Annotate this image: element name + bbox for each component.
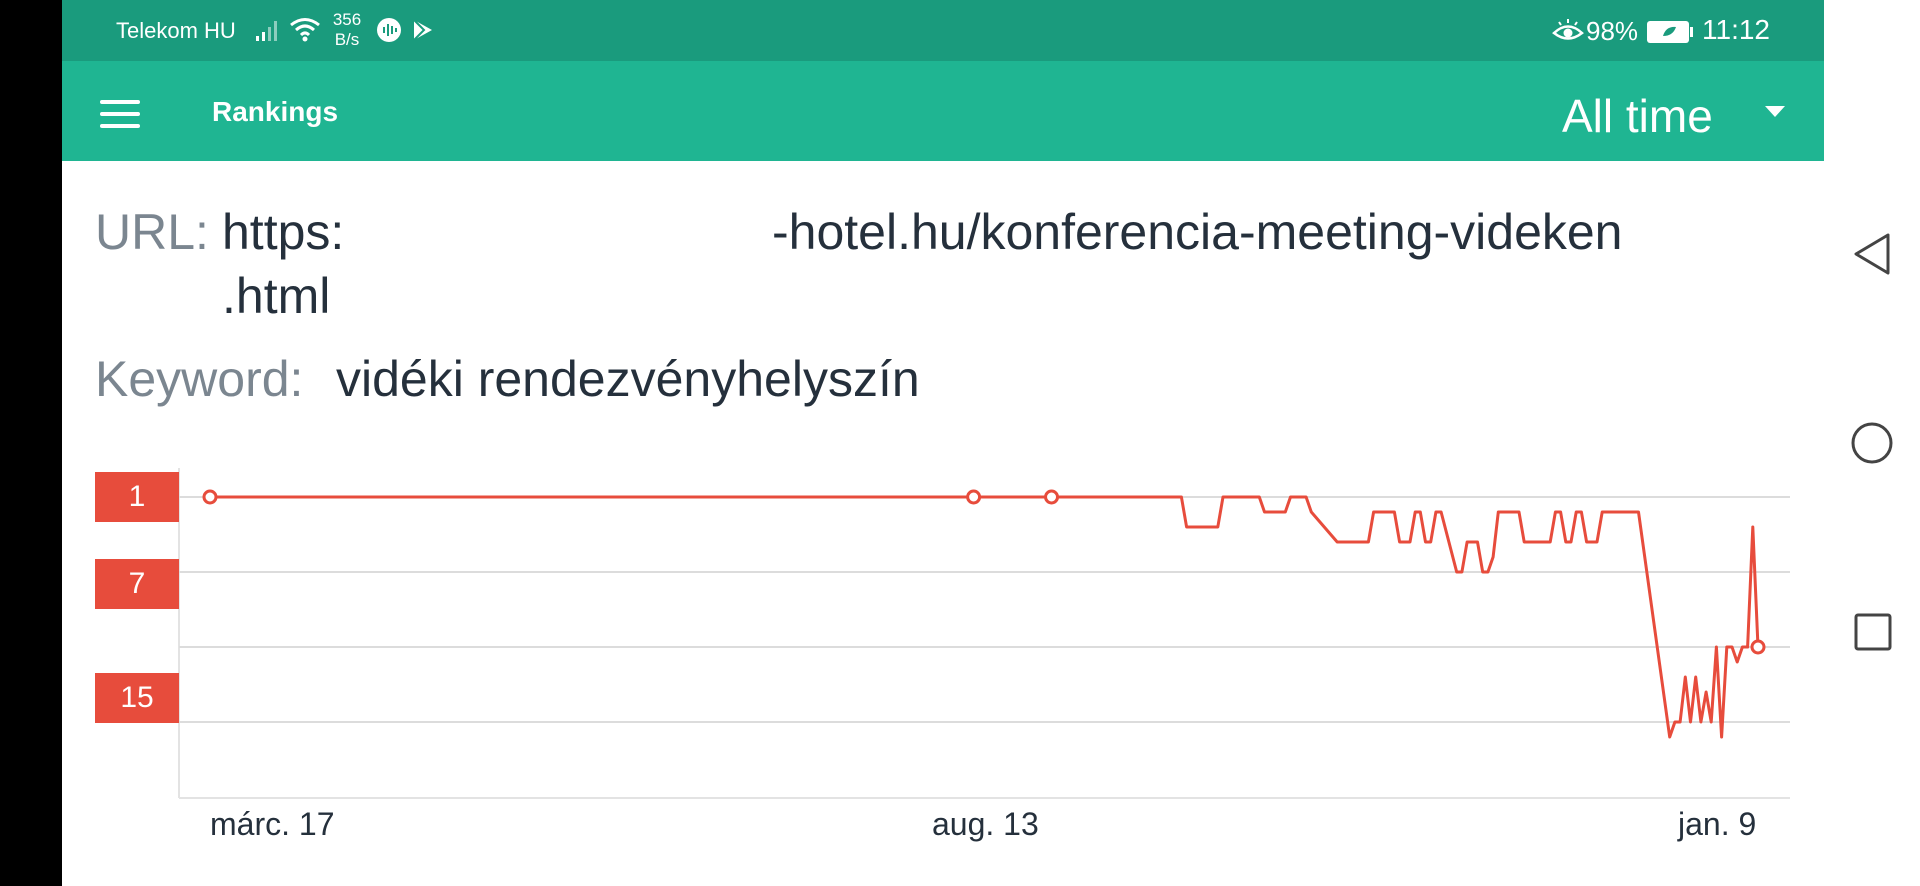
x-tick-label: aug. 13 <box>932 806 1039 842</box>
y-tick-label: 7 <box>95 559 179 609</box>
recent-apps-icon[interactable] <box>1854 613 1892 656</box>
back-icon[interactable] <box>1852 232 1892 281</box>
y-tick-label: 15 <box>95 673 179 723</box>
data-point-marker[interactable] <box>202 489 218 505</box>
data-point-marker[interactable] <box>966 489 982 505</box>
home-icon[interactable] <box>1850 421 1894 470</box>
x-tick-label: márc. 17 <box>210 806 335 842</box>
ranking-chart-svg <box>178 468 1790 799</box>
x-tick-label: jan. 9 <box>1678 806 1757 842</box>
app-screen: Telekom HU 356 B/s 98% 11:12 Rankings Al… <box>62 0 1824 886</box>
data-point-marker[interactable] <box>1044 489 1060 505</box>
data-point-marker[interactable] <box>1750 639 1766 655</box>
y-tick-label: 1 <box>95 472 179 522</box>
system-navigation-bar <box>1824 0 1920 886</box>
ranking-series-line <box>210 495 1760 739</box>
